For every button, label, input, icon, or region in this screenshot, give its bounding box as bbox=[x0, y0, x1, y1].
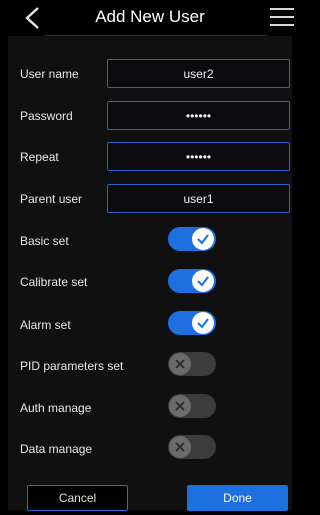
auth-manage-toggle[interactable] bbox=[168, 394, 216, 418]
password-label: Password bbox=[20, 109, 73, 123]
check-icon bbox=[192, 270, 214, 292]
calibrate-set-label: Calibrate set bbox=[20, 275, 88, 289]
alarm-set-label: Alarm set bbox=[20, 318, 71, 332]
cancel-button[interactable]: Cancel bbox=[27, 485, 128, 511]
username-label: User name bbox=[20, 67, 79, 81]
x-icon bbox=[169, 436, 191, 458]
parent-user-label: Parent user bbox=[20, 192, 83, 206]
check-icon bbox=[192, 228, 214, 250]
repeat-password-field[interactable]: •••••• bbox=[107, 142, 290, 171]
data-manage-label: Data manage bbox=[20, 442, 93, 456]
header: Add New User bbox=[0, 0, 300, 36]
check-icon bbox=[192, 312, 214, 334]
parent-user-field[interactable]: user1 bbox=[107, 184, 290, 213]
password-field[interactable]: •••••• bbox=[107, 101, 290, 130]
calibrate-set-toggle[interactable] bbox=[168, 269, 216, 293]
data-manage-toggle[interactable] bbox=[168, 435, 216, 459]
auth-manage-label: Auth manage bbox=[20, 401, 92, 415]
done-button[interactable]: Done bbox=[187, 485, 288, 511]
pid-parameters-set-label: PID parameters set bbox=[20, 359, 124, 373]
basic-set-label: Basic set bbox=[20, 234, 69, 248]
x-icon bbox=[169, 353, 191, 375]
page-title: Add New User bbox=[95, 7, 205, 26]
hamburger-menu-icon[interactable] bbox=[270, 6, 294, 28]
alarm-set-toggle[interactable] bbox=[168, 311, 216, 335]
basic-set-toggle[interactable] bbox=[168, 227, 216, 251]
username-field[interactable]: user2 bbox=[107, 59, 290, 88]
repeat-password-label: Repeat bbox=[20, 150, 59, 164]
pid-parameters-set-toggle[interactable] bbox=[168, 352, 216, 376]
x-icon bbox=[169, 395, 191, 417]
